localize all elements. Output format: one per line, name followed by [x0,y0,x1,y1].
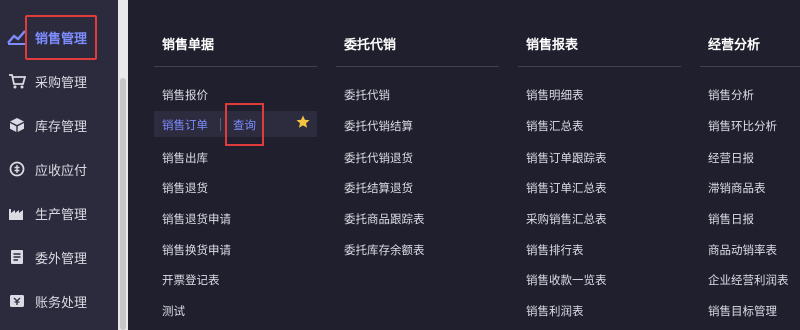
menu-item-sales-target[interactable]: 销售目标管理 [708,303,777,319]
sidebar: 销售管理 采购管理 库存管理 应收应付 生产管理 委外管理 账务处理 [0,0,118,330]
menu-item-sales-order[interactable]: 销售订单 [162,117,208,133]
column-divider [518,66,681,67]
sidebar-item-production[interactable]: 生产管理 [0,193,118,233]
column-title: 经营分析 [708,38,761,53]
sidebar-item-accounting[interactable]: 账务处理 [0,281,118,321]
menu-item-sell-through-rate[interactable]: 商品动销率表 [708,242,777,258]
menu-item-slow-moving[interactable]: 滞销商品表 [708,180,766,196]
menu-item-sales-ranking[interactable]: 销售排行表 [526,242,584,258]
accounting-icon [7,291,27,311]
sidebar-item-label: 应收应付 [35,163,88,179]
inventory-box-icon [7,115,27,135]
menu-item-test[interactable]: 测试 [162,303,185,319]
sidebar-item-label: 采购管理 [35,75,88,91]
sidebar-item-label: 库存管理 [35,119,88,135]
menu-item-sales-daily[interactable]: 销售日报 [708,211,754,227]
menu-item-sales-quote[interactable]: 销售报价 [162,87,208,103]
sidebar-scrollbar[interactable] [118,0,128,330]
scrollbar-thumb[interactable] [120,78,126,330]
menu-item-settlement-return[interactable]: 委托结算退货 [344,180,413,196]
outsourcing-icon [7,247,27,267]
column-divider [336,66,499,67]
menu-item-consignment-return[interactable]: 委托代销退货 [344,150,413,166]
star-icon[interactable] [296,115,310,129]
menu-item-sequential-analysis[interactable]: 销售环比分析 [708,118,777,134]
menu-item-sales-outbound[interactable]: 销售出库 [162,150,208,166]
menu-item-sales-exchange-request[interactable]: 销售换货申请 [162,242,231,258]
menu-item-consignment-settlement[interactable]: 委托代销结算 [344,118,413,134]
column-title: 销售单据 [162,38,215,53]
sidebar-item-label: 账务处理 [35,295,88,311]
sidebar-item-outsourcing[interactable]: 委外管理 [0,237,118,277]
sales-chart-icon [7,27,27,47]
receivable-payable-icon [7,159,27,179]
shopping-cart-icon [7,71,27,91]
menu-item-consignment[interactable]: 委托代销 [344,87,390,103]
mega-menu-panel [128,0,800,330]
menu-item-consignment-balance[interactable]: 委托库存余额表 [344,242,425,258]
column-divider [700,66,800,67]
menu-item-purchase-sales-summary[interactable]: 采购销售汇总表 [526,211,607,227]
row-separator [220,118,221,131]
menu-item-order-tracking[interactable]: 销售订单跟踪表 [526,150,607,166]
sidebar-item-label: 生产管理 [35,207,88,223]
menu-item-invoice-register[interactable]: 开票登记表 [162,272,220,288]
factory-icon [7,203,27,223]
sidebar-item-receivables[interactable]: 应收应付 [0,149,118,189]
column-title: 委托代销 [344,38,397,53]
sidebar-item-label: 委外管理 [35,251,88,267]
query-highlight-box [225,103,264,146]
active-item-highlight [25,15,97,60]
menu-item-enterprise-profit[interactable]: 企业经营利润表 [708,272,789,288]
menu-item-receipts-overview[interactable]: 销售收款一览表 [526,272,607,288]
menu-item-sales-detail[interactable]: 销售明细表 [526,87,584,103]
menu-item-sales-return-request[interactable]: 销售退货申请 [162,211,231,227]
menu-item-sales-return[interactable]: 销售退货 [162,180,208,196]
column-divider [154,66,317,67]
menu-item-business-daily[interactable]: 经营日报 [708,150,754,166]
menu-item-sales-profit[interactable]: 销售利润表 [526,303,584,319]
menu-item-sales-summary[interactable]: 销售汇总表 [526,118,584,134]
menu-item-sales-analysis[interactable]: 销售分析 [708,87,754,103]
menu-item-consignment-tracking[interactable]: 委托商品跟踪表 [344,211,425,227]
sidebar-item-purchase[interactable]: 采购管理 [0,61,118,101]
sidebar-item-inventory[interactable]: 库存管理 [0,105,118,145]
menu-item-order-summary[interactable]: 销售订单汇总表 [526,180,607,196]
column-title: 销售报表 [526,38,579,53]
